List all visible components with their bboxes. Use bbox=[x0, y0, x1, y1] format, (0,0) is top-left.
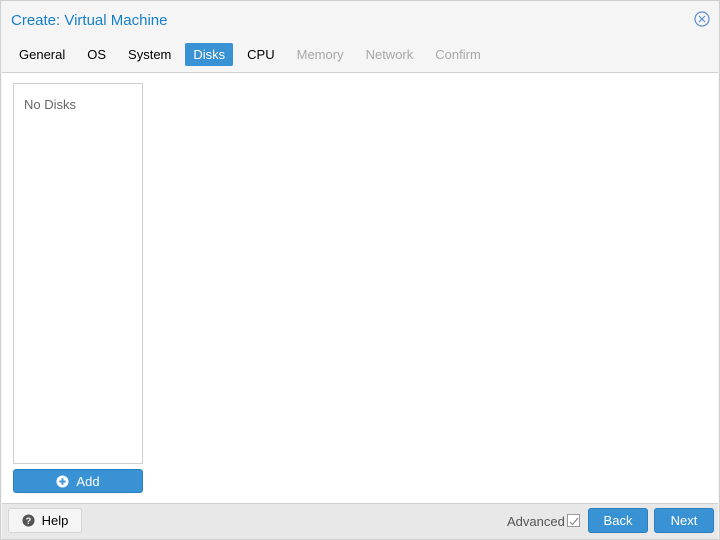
next-button[interactable]: Next bbox=[654, 508, 714, 533]
tab-disks[interactable]: Disks bbox=[185, 43, 234, 66]
help-label: Help bbox=[41, 513, 69, 528]
tab-os[interactable]: OS bbox=[79, 43, 114, 66]
check-icon bbox=[569, 517, 579, 526]
tab-network: Network bbox=[365, 47, 414, 62]
tab-cpu[interactable]: CPU bbox=[239, 43, 282, 66]
svg-text:?: ? bbox=[25, 516, 31, 526]
dialog-footer: ? Help Advanced Back Next bbox=[2, 504, 718, 539]
advanced-label: Advanced bbox=[507, 514, 565, 529]
back-button[interactable]: Back bbox=[588, 508, 648, 533]
question-circle-icon: ? bbox=[22, 514, 35, 527]
disk-list[interactable]: No Disks bbox=[13, 83, 143, 464]
help-button[interactable]: ? Help bbox=[8, 508, 82, 533]
create-vm-dialog: Create: Virtual Machine General OS Syste… bbox=[0, 0, 720, 540]
add-disk-button[interactable]: Add bbox=[13, 469, 143, 493]
no-disks-text: No Disks bbox=[24, 97, 77, 112]
tab-system[interactable]: System bbox=[120, 43, 179, 66]
tab-general[interactable]: General bbox=[11, 43, 73, 66]
add-label: Add bbox=[76, 473, 100, 489]
plus-circle-icon bbox=[56, 474, 69, 488]
tab-memory: Memory bbox=[296, 47, 344, 62]
tab-confirm: Confirm bbox=[435, 47, 481, 62]
advanced-checkbox[interactable] bbox=[567, 514, 580, 527]
dialog-title: Create: Virtual Machine bbox=[11, 12, 168, 29]
disks-panel: No Disks Add bbox=[2, 72, 718, 504]
close-icon[interactable] bbox=[694, 11, 710, 27]
wizard-tabs: General OS System Disks CPU Memory Netwo… bbox=[11, 43, 495, 67]
